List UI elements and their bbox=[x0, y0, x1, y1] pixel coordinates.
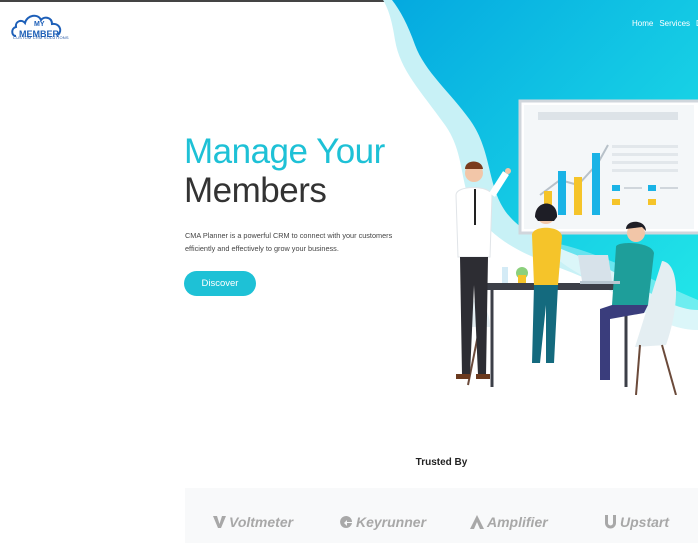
logo-tagline: CUSTOM CRM SOLUTIONS bbox=[13, 35, 69, 40]
amplifier-icon bbox=[470, 515, 484, 529]
keyrunner-icon bbox=[340, 515, 353, 528]
voltmeter-logo[interactable]: Voltmeter bbox=[213, 514, 293, 530]
main-nav: Home Services De bbox=[632, 19, 698, 28]
headline-line-2: Members bbox=[184, 171, 327, 210]
upstart-icon bbox=[605, 515, 616, 529]
amplifier-logo[interactable]: Amplifier bbox=[470, 514, 548, 530]
logo-top-text: MY bbox=[34, 21, 45, 28]
discover-button[interactable]: Discover bbox=[184, 271, 256, 296]
upstart-logo[interactable]: Upstart bbox=[604, 514, 669, 530]
upstart-label: Upstart bbox=[620, 514, 670, 530]
keyrunner-label: Keyrunner bbox=[356, 514, 427, 530]
headline-line-1: Manage Your bbox=[184, 132, 385, 171]
amplifier-label: Amplifier bbox=[487, 514, 548, 530]
trusted-by-heading: Trusted By bbox=[415, 457, 468, 468]
nav-item-services[interactable]: Services bbox=[659, 19, 690, 28]
hero-description: CMA Planner is a powerful CRM to connect… bbox=[185, 231, 393, 253]
keyrunner-logo[interactable]: Keyrunner bbox=[340, 514, 426, 530]
team-meeting-illustration bbox=[455, 99, 698, 395]
hero-headline: Manage Your Members bbox=[184, 132, 385, 210]
voltmeter-icon bbox=[213, 516, 226, 528]
nav-item-home[interactable]: Home bbox=[632, 19, 653, 28]
voltmeter-label: Voltmeter bbox=[229, 514, 294, 530]
